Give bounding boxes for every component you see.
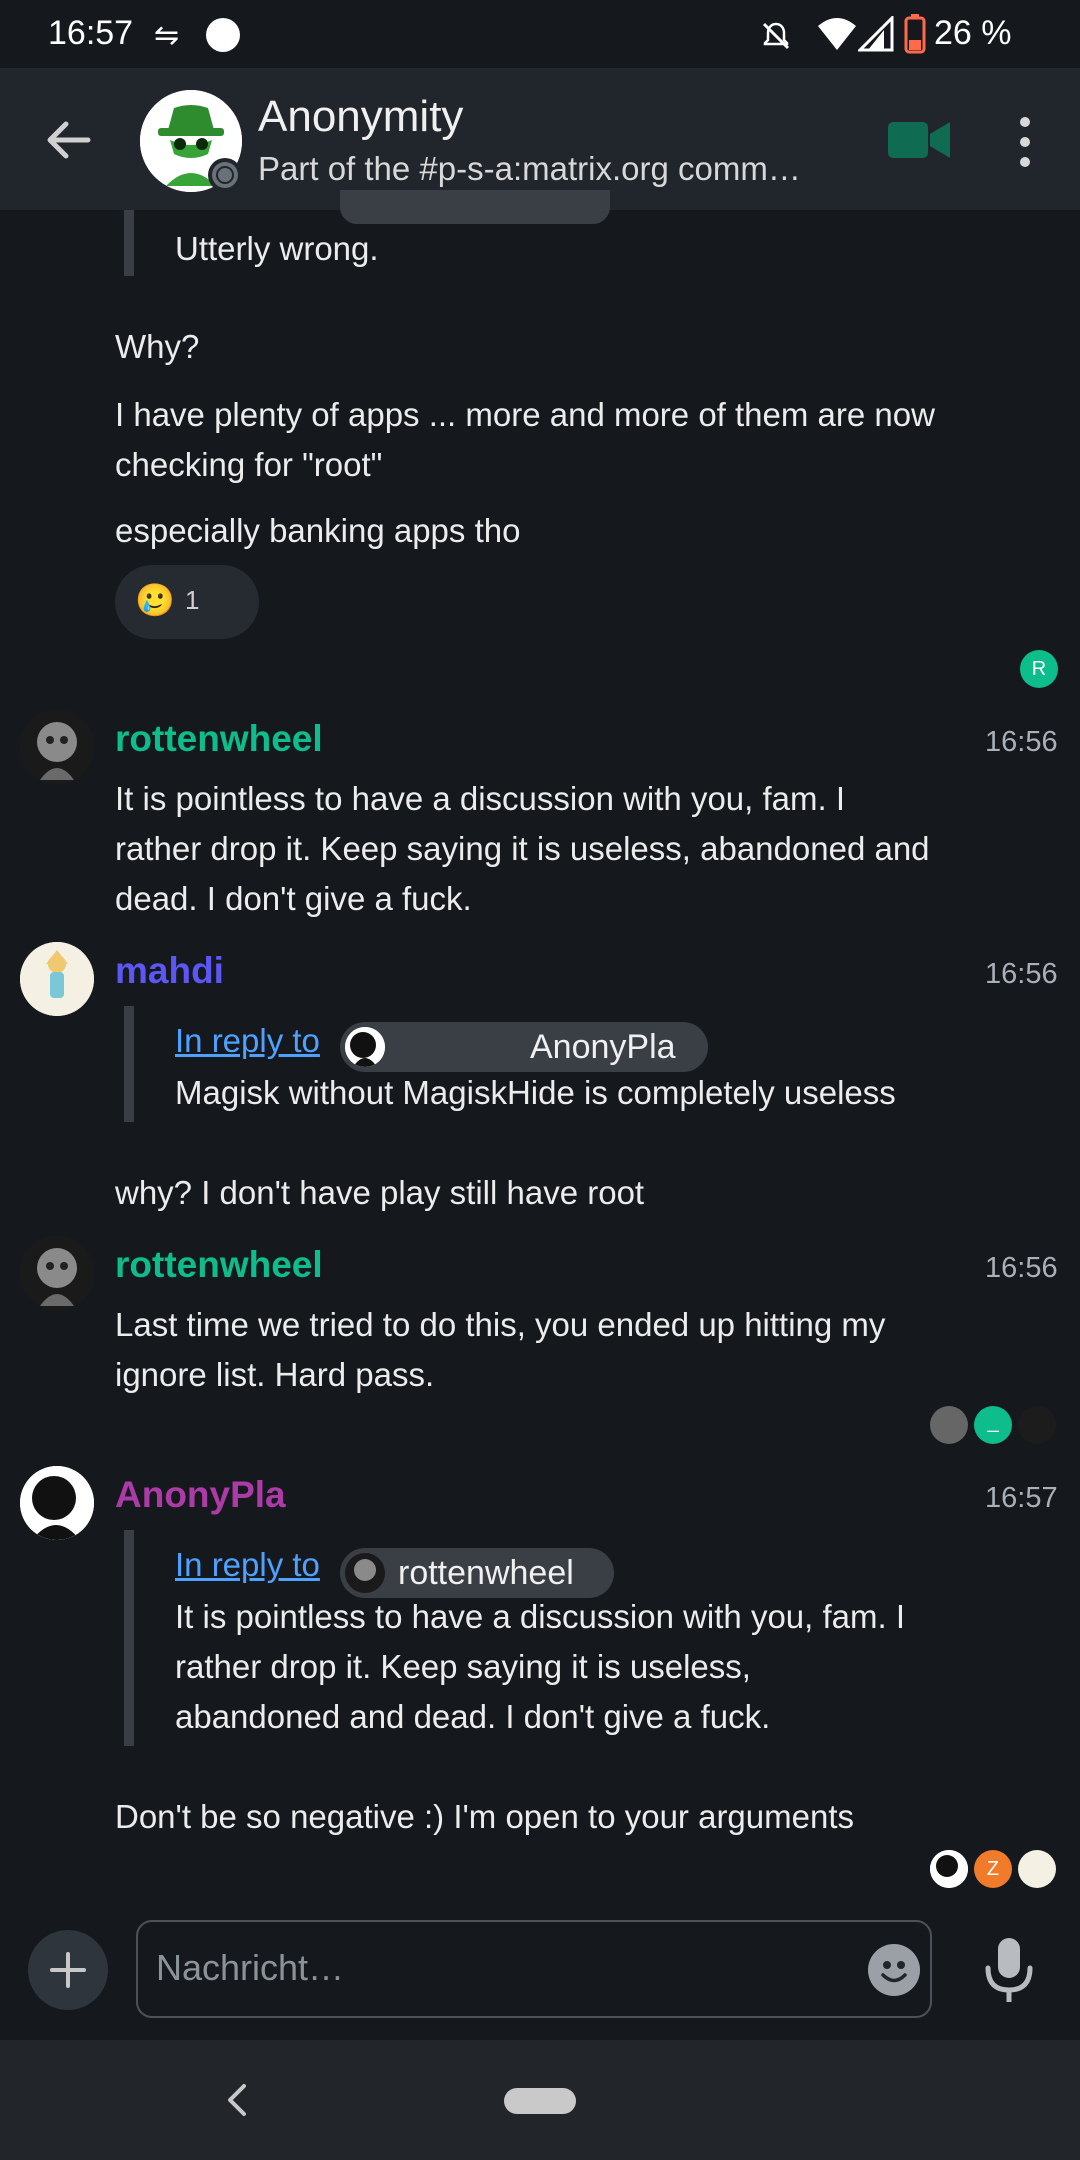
message-timestamp: 16:57: [985, 1482, 1058, 1514]
pill-avatar: [345, 1027, 385, 1067]
nav-home-pill[interactable]: [504, 2088, 576, 2114]
read-receipt[interactable]: R: [1020, 650, 1058, 688]
avatar[interactable]: [20, 942, 94, 1016]
wifi-icon: [818, 18, 856, 50]
battery-percent: 26 %: [934, 14, 1012, 52]
read-receipt[interactable]: [1018, 1850, 1056, 1888]
message-text: why? I don't have play still have root: [115, 1174, 645, 1211]
app-notification-icon: [206, 18, 240, 52]
reply-user-pill[interactable]: rottenwheel: [340, 1548, 614, 1598]
in-reply-to-link[interactable]: In reply to: [175, 1022, 320, 1060]
nav-back-icon[interactable]: [222, 2082, 252, 2118]
in-reply-to-link[interactable]: In reply to: [175, 1546, 320, 1584]
quoted-text: It is pointless to have a discussion wit…: [175, 1598, 906, 1735]
add-attachment-button[interactable]: [28, 1930, 108, 2010]
read-receipt[interactable]: [930, 1406, 968, 1444]
avatar[interactable]: [20, 710, 94, 784]
reply-pill-partial[interactable]: [340, 190, 610, 224]
reaction-emoji: 🥲: [135, 582, 175, 618]
back-arrow-icon[interactable]: [38, 110, 98, 170]
message-text: Why?: [115, 328, 200, 365]
message-timestamp: 16:56: [985, 958, 1058, 990]
pill-username: rottenwheel: [398, 1554, 574, 1592]
reply-user-pill[interactable]: AnonyPla: [340, 1022, 708, 1072]
quoted-text: Magisk without MagiskHide is completely …: [175, 1074, 896, 1111]
quoted-text: Utterly wrong.: [175, 230, 379, 267]
emoji-icon: [881, 1961, 907, 1983]
avatar[interactable]: [20, 1466, 94, 1540]
read-receipt[interactable]: [930, 1850, 968, 1888]
room-title[interactable]: Anonymity: [258, 92, 463, 142]
sender-name[interactable]: AnonyPla: [115, 1470, 286, 1520]
add-icon: [50, 1952, 86, 1988]
reaction-count: 1: [185, 585, 200, 615]
sender-name[interactable]: rottenwheel: [115, 714, 323, 764]
reaction-chip[interactable]: 🥲 1: [115, 565, 259, 639]
video-call-icon[interactable]: [888, 118, 950, 162]
battery-icon: [904, 14, 926, 54]
status-bar: 16:57 ⇋ 26 %: [0, 0, 1080, 68]
data-transfer-icon: ⇋: [154, 19, 180, 52]
message-text: I have plenty of apps ... more and more …: [115, 396, 935, 483]
room-public-badge: [208, 158, 242, 192]
sender-name[interactable]: rottenwheel: [115, 1240, 323, 1290]
read-receipt[interactable]: _: [974, 1406, 1012, 1444]
quote-bar: [124, 1006, 134, 1122]
read-receipt[interactable]: Z: [974, 1850, 1012, 1888]
quote-bar: [124, 210, 134, 276]
emoji-button[interactable]: [868, 1944, 920, 1996]
message-text: especially banking apps tho: [115, 512, 521, 549]
quote-bar: [124, 1530, 134, 1746]
read-receipt[interactable]: [1018, 1406, 1056, 1444]
message-input-placeholder: Nachricht…: [156, 1947, 345, 1988]
message-text: It is pointless to have a discussion wit…: [115, 780, 930, 917]
status-time: 16:57: [48, 14, 134, 52]
avatar[interactable]: [20, 1236, 94, 1310]
room-topic[interactable]: Part of the #p-s-a:matrix.org comm…: [258, 150, 838, 188]
mute-icon: [762, 22, 790, 50]
more-vert-icon[interactable]: [1010, 112, 1040, 172]
signal-icon: [858, 16, 894, 52]
message-text: Last time we tried to do this, you ended…: [115, 1306, 886, 1393]
microphone-icon[interactable]: [978, 1936, 1040, 2006]
message-timestamp: 16:56: [985, 1252, 1058, 1284]
message-timestamp: 16:56: [985, 726, 1058, 758]
pill-username: AnonyPla: [530, 1028, 676, 1066]
sender-name[interactable]: mahdi: [115, 946, 224, 996]
message-text: Don't be so negative :) I'm open to your…: [115, 1798, 855, 1835]
pill-avatar: [345, 1553, 385, 1593]
